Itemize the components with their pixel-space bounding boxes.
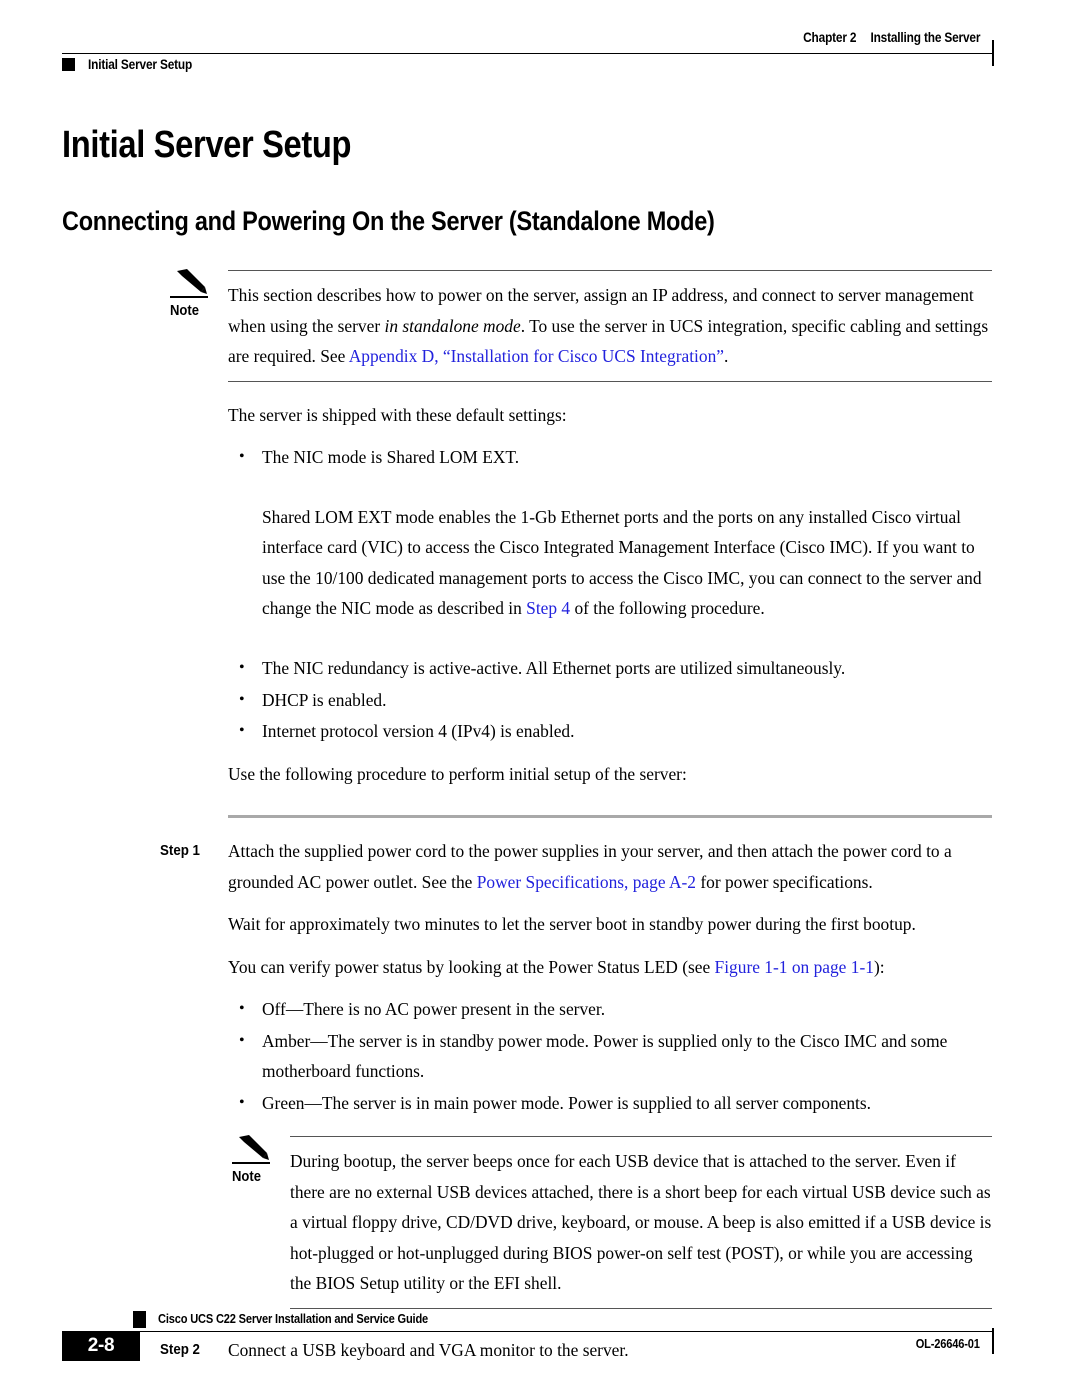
step-1-verify-part2: ): — [873, 956, 885, 977]
header-section-title: Initial Server Setup — [88, 57, 193, 72]
note-body-1: This section describes how to power on t… — [228, 270, 992, 382]
footer-guide-title: Cisco UCS C22 Server Installation and Se… — [158, 1312, 429, 1326]
figure-1-1-link[interactable]: Figure 1-1 on page 1-1 — [715, 957, 874, 977]
header-edge-tick — [992, 40, 994, 66]
note-body-2: During bootup, the server beeps once for… — [290, 1136, 992, 1309]
bullet-redundancy-text: The NIC redundancy is active-active. All… — [262, 658, 846, 679]
footer-document-id: OL-26646-01 — [916, 1337, 980, 1351]
default-settings-list-part2: The NIC redundancy is active-active. All… — [228, 653, 992, 747]
note-block-2: Note During bootup, the server beeps onc… — [222, 1135, 992, 1309]
list-item: The NIC mode is Shared LOM EXT. — [228, 442, 992, 473]
footer-page-number: 2-8 — [62, 1331, 140, 1361]
bullet-ipv4-text: Internet protocol version 4 (IPv4) is en… — [262, 721, 575, 742]
bullet-nic-mode-text: The NIC mode is Shared LOM EXT. — [262, 447, 520, 467]
header-chapter-title: Installing the Server — [870, 30, 980, 45]
default-settings-list-part1: The NIC mode is Shared LOM EXT. — [228, 442, 992, 473]
note-icon-underline — [170, 296, 208, 298]
note-1-text-italic: in standalone mode — [384, 315, 521, 336]
list-item: Off—There is no AC power present in the … — [228, 994, 992, 1025]
power-specifications-link[interactable]: Power Specifications, page A-2 — [477, 872, 696, 892]
step-2-body: Connect a USB keyboard and VGA monitor t… — [228, 1335, 992, 1366]
led-off-text: Off—There is no AC power present in the … — [262, 999, 606, 1020]
square-bullet-icon — [62, 58, 75, 71]
note-label-1: Note — [170, 302, 200, 319]
step-4-link[interactable]: Step 4 — [526, 598, 570, 618]
document-content: Note This section describes how to power… — [0, 269, 1080, 1366]
note-icon-group: Note — [168, 269, 220, 321]
procedure-lead-paragraph: Use the following procedure to perform i… — [228, 763, 687, 784]
header-chapter-label: Chapter 2 — [802, 30, 857, 45]
document-page: Chapter 2 Installing the Server Initial … — [0, 0, 1080, 1397]
step-1-wait-paragraph: Wait for approximately two minutes to le… — [228, 914, 916, 935]
note-1-paragraph: This section describes how to power on t… — [228, 280, 992, 372]
nic-mode-detail-wrapper: Shared LOM EXT mode enables the 1-Gb Eth… — [228, 502, 992, 624]
step-2-label: Step 2 — [160, 1341, 200, 1358]
step-1-body: Attach the supplied power cord to the po… — [228, 836, 992, 1118]
step-2-paragraph: Connect a USB keyboard and VGA monitor t… — [228, 1339, 629, 1360]
step-1-block: Step 1 Attach the supplied power cord to… — [0, 836, 1080, 1118]
header-chapter-info: Chapter 2 Installing the Server — [803, 30, 980, 45]
page-title: Initial Server Setup — [62, 124, 352, 166]
note-1-text-part3: . — [724, 346, 729, 366]
led-status-list: Off—There is no AC power present in the … — [228, 994, 992, 1118]
list-item: The NIC redundancy is active-active. All… — [228, 653, 992, 684]
nic-mode-detail-paragraph: Shared LOM EXT mode enables the 1-Gb Eth… — [262, 502, 992, 624]
led-amber-text: Amber—The server is in standby power mod… — [262, 1030, 948, 1082]
step-1-label: Step 1 — [160, 843, 200, 860]
led-green-text: Green—The server is in main power mode. … — [262, 1092, 872, 1113]
list-item: Amber—The server is in standby power mod… — [228, 1026, 992, 1087]
list-item: Internet protocol version 4 (IPv4) is en… — [228, 716, 992, 747]
nic-mode-text-part2: of the following procedure. — [570, 598, 765, 619]
step-1-verify-part1: You can verify power status by looking a… — [228, 956, 715, 977]
header-divider-rule — [62, 53, 994, 54]
list-item: DHCP is enabled. — [228, 685, 992, 716]
step-1-text-part2: for power specifications. — [696, 871, 873, 892]
list-item: Green—The server is in main power mode. … — [228, 1088, 992, 1119]
defaults-lead-paragraph: The server is shipped with these default… — [228, 404, 567, 425]
note-block-1: Note This section describes how to power… — [160, 269, 992, 382]
step-1-paragraph: Attach the supplied power cord to the po… — [228, 836, 992, 897]
note-label-2: Note — [232, 1168, 262, 1185]
note-icon-group-2: Note — [230, 1135, 282, 1187]
running-header: Chapter 2 Installing the Server Initial … — [62, 30, 994, 90]
footer-edge-tick — [992, 1328, 994, 1354]
step-1-verify-paragraph: You can verify power status by looking a… — [228, 952, 992, 983]
pencil-icon — [239, 1135, 269, 1161]
header-section-info: Initial Server Setup — [62, 57, 206, 72]
section-heading: Connecting and Powering On the Server (S… — [62, 206, 715, 236]
appendix-d-link[interactable]: Appendix D, “Installation for Cisco UCS … — [349, 346, 724, 366]
footer-square-bullet-icon — [133, 1311, 146, 1328]
note-icon-underline — [232, 1162, 270, 1164]
pencil-icon — [177, 269, 207, 294]
note-2-paragraph: During bootup, the server beeps once for… — [290, 1151, 992, 1294]
footer-divider-rule — [62, 1331, 994, 1332]
bullet-dhcp-text: DHCP is enabled. — [262, 689, 387, 710]
